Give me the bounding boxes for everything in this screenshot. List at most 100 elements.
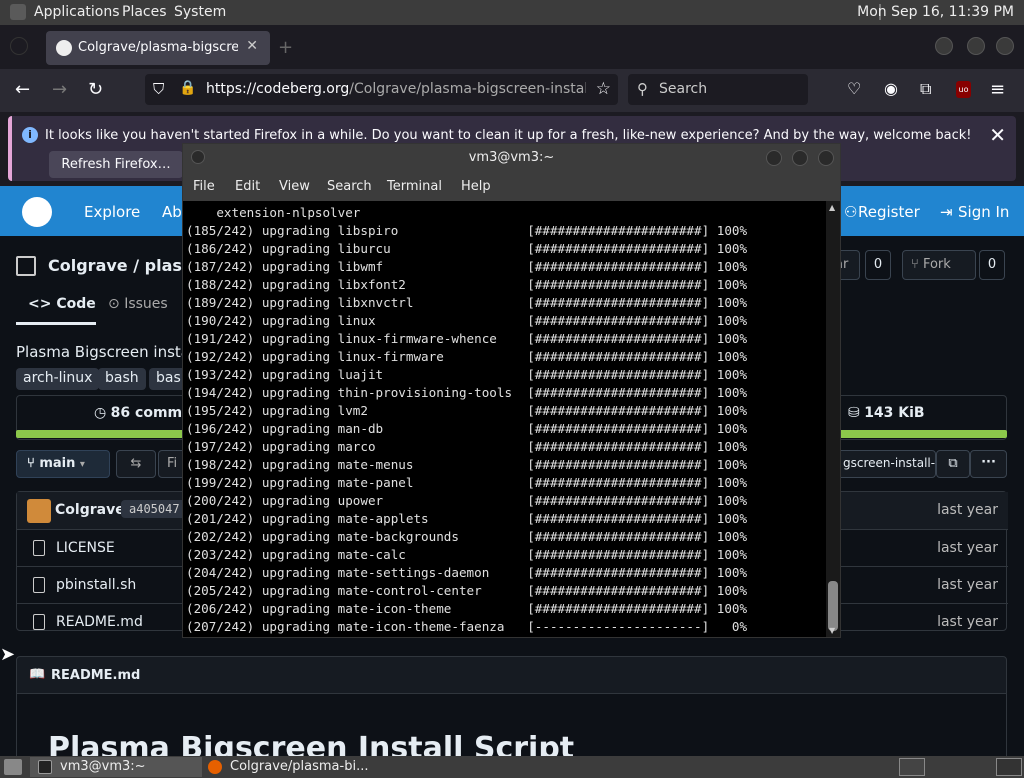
menu-file[interactable]: File <box>193 179 215 194</box>
terminal-title: vm3@vm3:~ <box>468 150 555 165</box>
close-icon[interactable] <box>818 150 834 166</box>
workspace-1[interactable] <box>899 758 925 776</box>
system-menu[interactable]: System <box>174 4 226 20</box>
avatar[interactable] <box>27 499 51 523</box>
navigation-toolbar: ← → ↻ ⛉ 🔒 https://codeberg.org/Colgrave/… <box>0 69 1024 112</box>
extensions-icon[interactable]: ⧉ <box>920 79 931 99</box>
clone-url-field[interactable]: gscreen-install- <box>836 450 936 478</box>
task-terminal[interactable]: vm3@vm3:~ <box>30 757 202 777</box>
nav-explore[interactable]: Explore <box>84 203 140 221</box>
menu-edit[interactable]: Edit <box>235 179 260 194</box>
terminal-scrollbar[interactable]: ▲ ▼ <box>826 201 840 637</box>
menu-search[interactable]: Search <box>327 179 372 194</box>
file-age: last year <box>937 577 998 593</box>
terminal-line: (186/242) upgrading liburcu [###########… <box>186 241 748 256</box>
hamburger-menu-icon[interactable]: ≡ <box>990 79 1005 100</box>
commit-author[interactable]: Colgrave <box>55 502 125 518</box>
codeberg-logo-icon[interactable] <box>22 197 52 227</box>
file-name[interactable]: README.md <box>56 614 143 630</box>
fork-count[interactable]: 0 <box>979 250 1005 280</box>
menu-view[interactable]: View <box>279 179 310 194</box>
minimize-icon[interactable] <box>766 150 782 166</box>
workspace-2[interactable] <box>996 758 1022 776</box>
copy-icon[interactable]: ⧉ <box>936 450 970 478</box>
places-menu[interactable]: Places <box>122 4 167 20</box>
window-menu-icon[interactable] <box>191 150 205 164</box>
taskbar: vm3@vm3:~ Colgrave/plasma-bi... <box>0 756 1024 778</box>
minimize-icon[interactable] <box>935 37 953 55</box>
fork-button[interactable]: ⑂ Fork <box>902 250 976 280</box>
tab-issues[interactable]: ⊙ Issues <box>108 296 168 312</box>
topic-tag[interactable]: arch-linux <box>16 368 100 390</box>
file-icon <box>33 614 45 630</box>
terminal-line: (197/242) upgrading marco [#############… <box>186 439 748 454</box>
pocket-icon[interactable]: ♡ <box>847 79 861 98</box>
shield-icon[interactable]: ⛉ <box>153 80 164 98</box>
bookmark-star-icon[interactable]: ☆ <box>596 79 611 99</box>
topic-tag[interactable]: bash <box>98 368 146 390</box>
search-icon: ⚲ <box>637 80 648 98</box>
clock[interactable]: Mon Sep 16, 11:39 PM <box>857 4 1014 20</box>
file-name[interactable]: pbinstall.sh <box>56 577 136 593</box>
terminal-line: (203/242) upgrading mate-calc [#########… <box>186 547 748 562</box>
commit-hash[interactable]: a405047 <box>121 500 188 518</box>
readme-title: Plasma Bigscreen Install Script <box>48 731 575 756</box>
register-icon[interactable]: ⚇ <box>844 203 857 221</box>
firefox-view-icon[interactable] <box>10 37 28 55</box>
nav-sign-in[interactable]: Sign In <box>958 203 1009 221</box>
file-icon <box>33 577 45 593</box>
terminal-line: (201/242) upgrading mate-applets [######… <box>186 511 748 526</box>
task-label: vm3@vm3:~ <box>60 759 146 774</box>
terminal-line: (205/242) upgrading mate-control-center … <box>186 583 748 598</box>
size-stat: ⛁ 143 KiB <box>848 405 925 421</box>
issues-icon: ⊙ <box>108 296 125 312</box>
tab-code[interactable]: <> Code <box>28 296 96 312</box>
browser-tab[interactable]: Colgrave/plasma-bigscreen ✕ <box>46 31 270 65</box>
tab-close-icon[interactable]: ✕ <box>246 38 258 54</box>
tab-title: Colgrave/plasma-bigscreen <box>78 40 238 55</box>
terminal-line: (202/242) upgrading mate-backgrounds [##… <box>186 529 748 544</box>
scrollbar-thumb[interactable] <box>828 581 838 631</box>
applications-menu[interactable]: Applications <box>34 4 120 20</box>
back-icon[interactable]: ← <box>15 79 30 100</box>
refresh-firefox-button[interactable]: Refresh Firefox… <box>49 151 183 178</box>
menu-terminal[interactable]: Terminal <box>387 179 442 194</box>
branch-name: main <box>39 456 76 471</box>
close-window-icon[interactable] <box>996 37 1014 55</box>
terminal-titlebar[interactable]: vm3@vm3:~ <box>183 144 840 172</box>
readme-label: README.md <box>51 668 141 683</box>
notification-close-icon[interactable]: ✕ <box>989 123 1006 147</box>
maximize-icon[interactable] <box>792 150 808 166</box>
terminal-output[interactable]: extension-nlpsolver (185/242) upgrading l… <box>186 204 826 637</box>
scroll-down-icon[interactable]: ▼ <box>829 626 835 635</box>
mouse-cursor-icon: ➤ <box>0 644 16 665</box>
system-logo-icon[interactable] <box>10 4 26 20</box>
account-icon[interactable]: ◉ <box>884 79 898 98</box>
scroll-up-icon[interactable]: ▲ <box>829 203 835 212</box>
url-text[interactable]: https://codeberg.org/Colgrave/plasma-big… <box>206 81 586 97</box>
show-desktop-icon[interactable] <box>4 759 22 775</box>
url-bar[interactable]: ⛉ 🔒 https://codeberg.org/Colgrave/plasma… <box>145 74 618 105</box>
star-count[interactable]: 0 <box>865 250 891 280</box>
maximize-icon[interactable] <box>967 37 985 55</box>
file-name[interactable]: LICENSE <box>56 540 115 556</box>
nav-register[interactable]: Register <box>858 203 920 221</box>
search-placeholder: Search <box>659 81 708 97</box>
new-tab-icon[interactable]: + <box>278 37 293 58</box>
branch-dropdown[interactable]: ⑂ main ▾ <box>16 450 110 478</box>
readme-header: 📖 README.md <box>16 656 1007 694</box>
compare-icon[interactable]: ⇆ <box>116 450 156 478</box>
tab-strip: Colgrave/plasma-bigscreen ✕ + <box>0 25 1024 69</box>
ublock-icon[interactable]: uo <box>956 81 971 98</box>
task-firefox[interactable]: Colgrave/plasma-bi... <box>200 757 378 777</box>
search-bar[interactable]: ⚲ Search <box>628 74 808 105</box>
reload-icon[interactable]: ↻ <box>88 79 103 100</box>
lock-icon[interactable]: 🔒 <box>179 80 196 96</box>
active-tab-underline <box>16 322 96 325</box>
sign-in-icon[interactable]: ⇥ <box>940 203 953 221</box>
terminal-line: (198/242) upgrading mate-menus [########… <box>186 457 748 472</box>
forward-icon[interactable]: → <box>52 79 67 100</box>
terminal-line: (191/242) upgrading linux-firmware-whenc… <box>186 331 748 346</box>
more-options-icon[interactable]: ··· <box>970 450 1007 478</box>
menu-help[interactable]: Help <box>461 179 491 194</box>
